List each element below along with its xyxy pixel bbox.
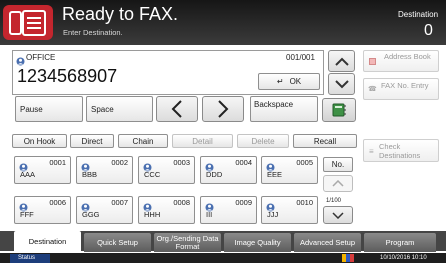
fax-no-entry-button[interactable]: ☎ FAX No. Entry bbox=[363, 78, 439, 100]
detail-button[interactable]: Detail bbox=[172, 134, 233, 148]
destination-label: Destination bbox=[398, 10, 439, 19]
book-icon bbox=[332, 103, 346, 117]
speed-dial-name: III bbox=[206, 210, 213, 219]
page-title: Ready to FAX. bbox=[62, 4, 179, 24]
speed-dial-button[interactable]: 0006 FFF bbox=[14, 196, 71, 224]
arrow-up-icon bbox=[332, 180, 344, 187]
speed-dial-name: EEE bbox=[267, 170, 283, 179]
enter-icon: ↵ bbox=[276, 77, 284, 86]
chain-button[interactable]: Chain bbox=[118, 134, 168, 148]
backspace-button[interactable]: Backspace bbox=[250, 96, 318, 122]
speed-dial-button[interactable]: 0009 III bbox=[200, 196, 257, 224]
fax-icon bbox=[3, 5, 53, 40]
delete-button[interactable]: Delete bbox=[237, 134, 289, 148]
speed-dial-number: 0008 bbox=[173, 198, 190, 207]
speed-dial-name: CCC bbox=[144, 170, 161, 179]
tab-image-quality[interactable]: Image Quality bbox=[224, 233, 291, 252]
address-book-icon bbox=[369, 58, 376, 65]
number-search-button[interactable]: No. bbox=[323, 157, 353, 172]
tab-quick-setup[interactable]: Quick Setup bbox=[84, 233, 151, 252]
speed-dial-number: 0001 bbox=[49, 158, 66, 167]
speed-dial-name: FFF bbox=[20, 210, 34, 219]
on-hook-button[interactable]: On Hook bbox=[12, 134, 67, 148]
status-datetime: 10/10/2016 10:10 bbox=[380, 255, 427, 261]
space-button[interactable]: Space bbox=[86, 96, 153, 122]
speed-dial-button[interactable]: 0007 GGG bbox=[76, 196, 133, 224]
ok-button[interactable]: ↵ OK bbox=[258, 73, 320, 90]
cursor-right-button[interactable] bbox=[202, 96, 244, 122]
destination-name: OFFICE bbox=[26, 53, 56, 62]
pause-button[interactable]: Pause bbox=[15, 96, 83, 122]
arrow-down-icon bbox=[334, 79, 349, 88]
status-button[interactable]: Status bbox=[10, 254, 50, 263]
speed-dial-number: 0004 bbox=[235, 158, 252, 167]
page-down-button[interactable] bbox=[323, 206, 353, 224]
speed-dial-number: 0003 bbox=[173, 158, 190, 167]
page-up-button[interactable] bbox=[323, 175, 353, 192]
recall-button[interactable]: Recall bbox=[293, 134, 357, 148]
direct-button[interactable]: Direct bbox=[70, 134, 114, 148]
speed-dial-number: 0010 bbox=[296, 198, 313, 207]
speed-dial-number: 0002 bbox=[111, 158, 128, 167]
fax-number-icon: ☎ bbox=[368, 86, 377, 93]
status-indicator bbox=[342, 254, 354, 262]
destination-count: 0 bbox=[424, 22, 433, 39]
arrow-down-icon bbox=[332, 211, 344, 219]
arrow-up-icon bbox=[334, 57, 349, 66]
tab-program[interactable]: Program bbox=[364, 233, 436, 252]
scroll-down-button[interactable] bbox=[328, 73, 355, 95]
speed-dial-name: HHH bbox=[144, 210, 161, 219]
list-icon: ≡ bbox=[369, 147, 374, 156]
speed-dial-button[interactable]: 0005 EEE bbox=[261, 156, 318, 184]
fax-number-display[interactable]: 1234568907 bbox=[17, 66, 117, 87]
page-subtitle: Enter Destination. bbox=[63, 28, 123, 37]
speed-dial-button[interactable]: 0001 AAA bbox=[14, 156, 71, 184]
speed-dial-name: DDD bbox=[206, 170, 223, 179]
speed-dial-button[interactable]: 0002 BBB bbox=[76, 156, 133, 184]
speed-dial-number: 0006 bbox=[49, 198, 66, 207]
cursor-left-button[interactable] bbox=[156, 96, 198, 122]
page-indicator: 001/001 bbox=[286, 53, 315, 62]
speed-dial-number: 0009 bbox=[235, 198, 252, 207]
tab-org-sending-data-format[interactable]: Org./Sending Data Format bbox=[154, 233, 221, 252]
page-counter: 1/100 bbox=[326, 198, 342, 204]
address-book-side-button[interactable]: Address Book bbox=[363, 50, 439, 72]
speed-dial-number: 0005 bbox=[296, 158, 313, 167]
arrow-left-icon bbox=[171, 100, 182, 118]
speed-dial-name: BBB bbox=[82, 170, 98, 179]
speed-dial-name: JJJ bbox=[267, 210, 279, 219]
speed-dial-name: GGG bbox=[82, 210, 100, 219]
address-book-button[interactable] bbox=[322, 98, 356, 122]
arrow-right-icon bbox=[218, 100, 229, 118]
speed-dial-name: AAA bbox=[20, 170, 36, 179]
speed-dial-button[interactable]: 0008 HHH bbox=[138, 196, 195, 224]
tab-advanced-setup[interactable]: Advanced Setup bbox=[294, 233, 361, 252]
speed-dial-button[interactable]: 0004 DDD bbox=[200, 156, 257, 184]
check-destinations-button[interactable]: ≡ Check Destinations bbox=[363, 139, 439, 162]
speed-dial-button[interactable]: 0003 CCC bbox=[138, 156, 195, 184]
speed-dial-button[interactable]: 0010 JJJ bbox=[261, 196, 318, 224]
tab-destination[interactable]: Destination bbox=[14, 231, 81, 252]
scroll-up-button[interactable] bbox=[328, 50, 355, 72]
speed-dial-number: 0007 bbox=[111, 198, 128, 207]
